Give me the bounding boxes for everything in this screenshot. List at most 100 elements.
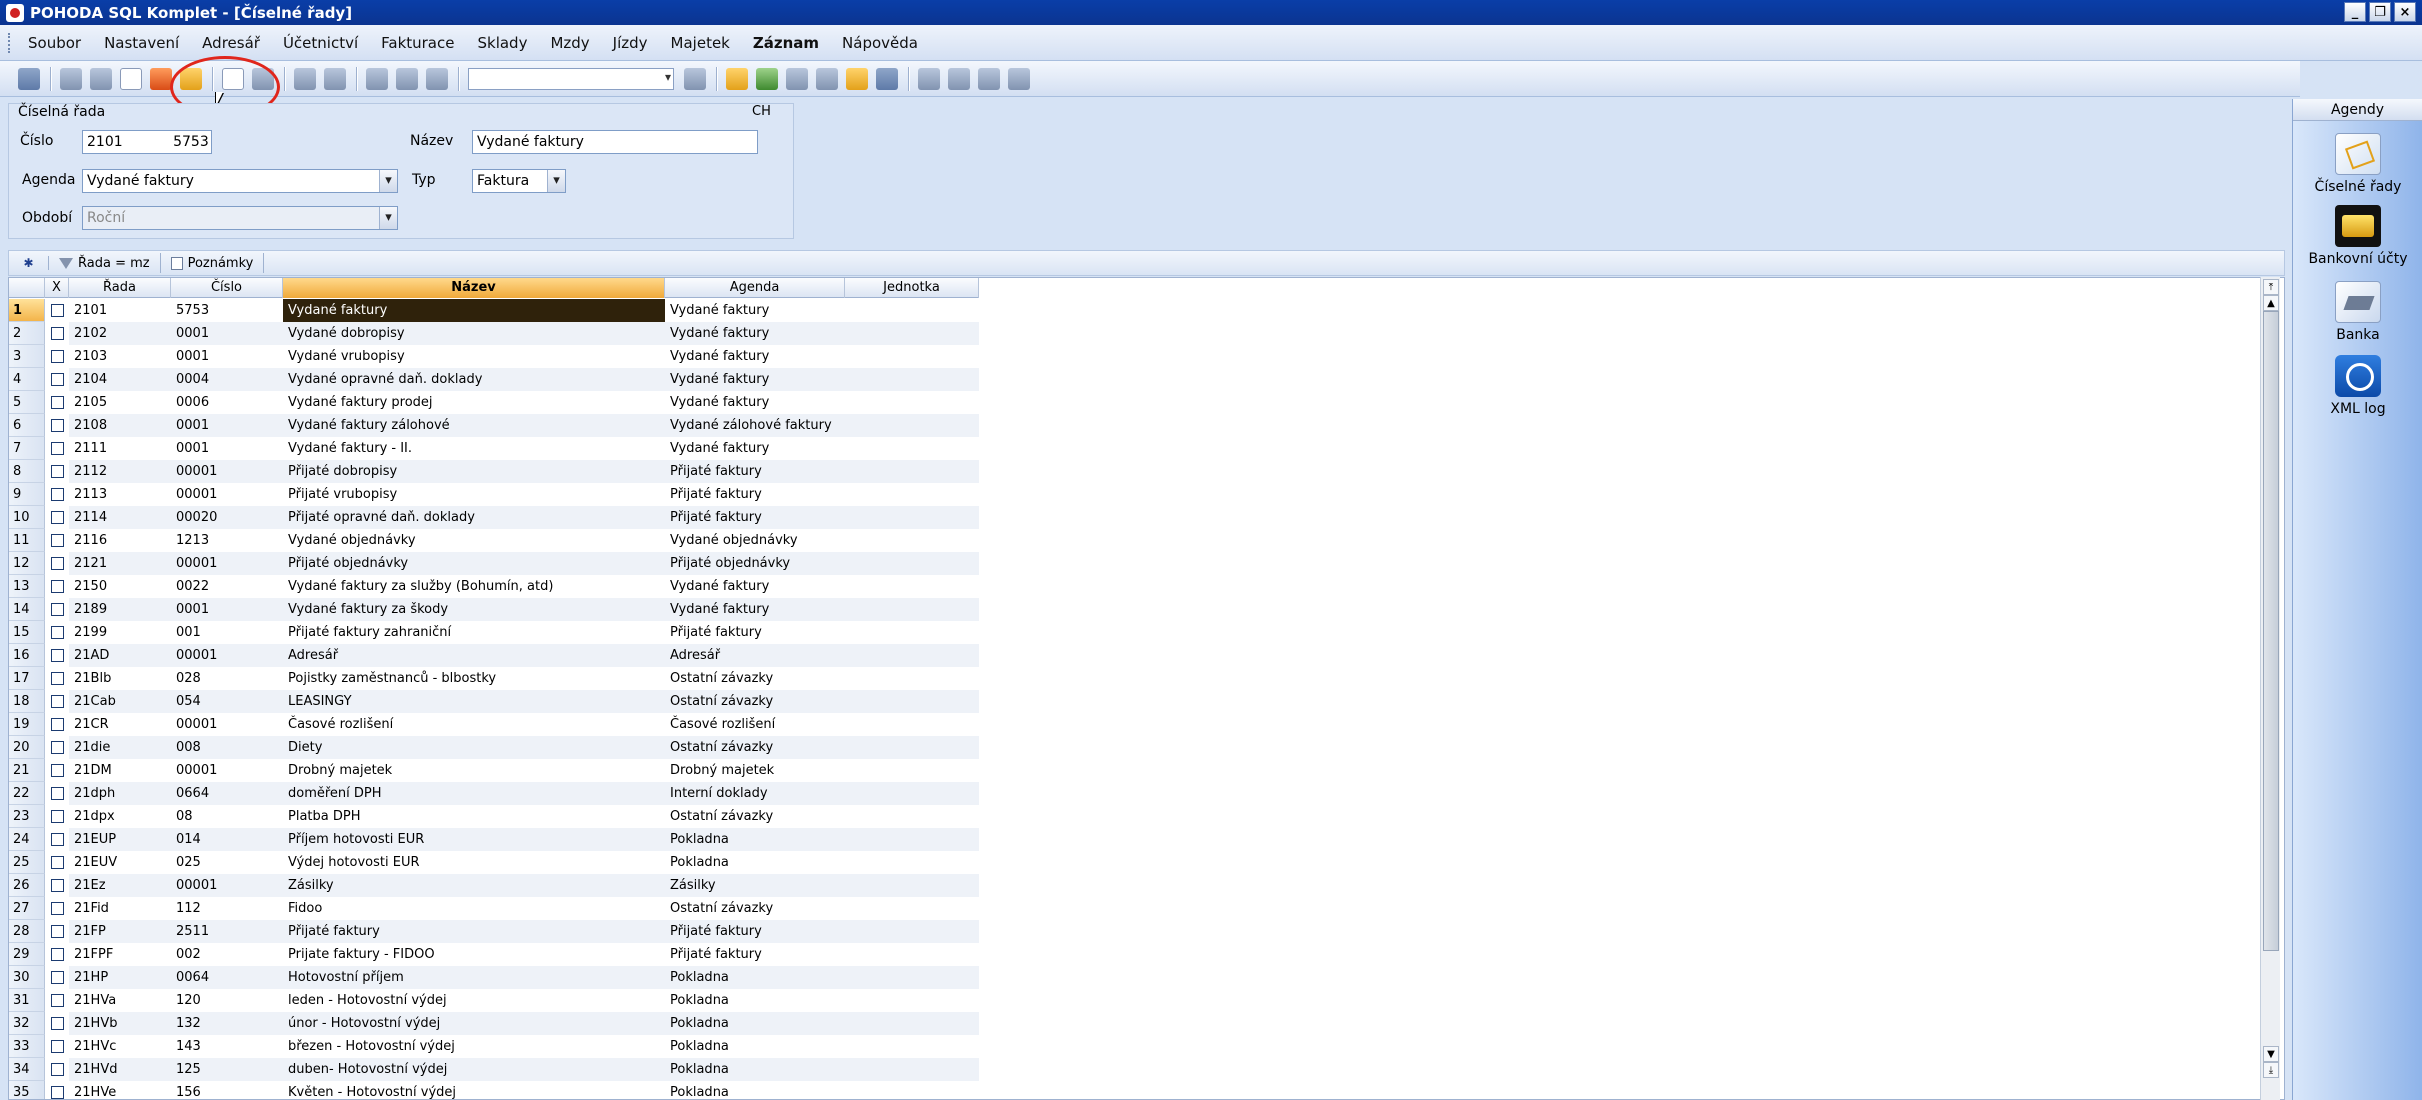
print-preview-icon[interactable]: [120, 67, 142, 90]
filter-clear-icon[interactable]: [684, 67, 706, 90]
restore-button[interactable]: ❐: [2369, 2, 2391, 22]
close-button[interactable]: ×: [2394, 2, 2416, 22]
table-row[interactable]: 5 2105 0006 Vydané faktury prodej Vydané fak…: [9, 391, 979, 414]
row-checkbox[interactable]: [45, 460, 69, 483]
col-rada[interactable]: Řada: [69, 278, 171, 298]
table-row[interactable]: 15 2199 001 Přijaté faktury zahraniční Přija…: [9, 621, 979, 644]
checkbox-icon[interactable]: [51, 488, 64, 501]
row-checkbox[interactable]: [45, 943, 69, 966]
checkbox-icon[interactable]: [51, 603, 64, 616]
nazev-input[interactable]: Vydané faktury: [472, 130, 758, 154]
scroll-top-icon[interactable]: ⤒: [2263, 279, 2279, 295]
menu-fakturace[interactable]: Fakturace: [381, 34, 454, 52]
checkbox-icon[interactable]: [51, 810, 64, 823]
row-checkbox[interactable]: [45, 759, 69, 782]
checkbox-icon[interactable]: [51, 327, 64, 340]
row-checkbox[interactable]: [45, 575, 69, 598]
checkbox-icon[interactable]: [51, 304, 64, 317]
tag-icon[interactable]: [756, 67, 778, 90]
window-icon[interactable]: [948, 67, 970, 90]
checkbox-icon[interactable]: [51, 534, 64, 547]
row-checkbox[interactable]: [45, 391, 69, 414]
checkbox-icon[interactable]: [51, 672, 64, 685]
table-row[interactable]: 23 21dpx 08 Platba DPH Ostatní závazky: [9, 805, 979, 828]
checkbox-icon[interactable]: [51, 626, 64, 639]
agenda-item-banka[interactable]: Banka: [2293, 281, 2422, 343]
checkbox-icon[interactable]: [51, 948, 64, 961]
agenda-item-xml-log[interactable]: XML log: [2293, 355, 2422, 417]
table-row[interactable]: 12 2121 00001 Přijaté objednávky Přijaté obj…: [9, 552, 979, 575]
table-row[interactable]: 8 2112 00001 Přijaté dobropisy Přijaté faktu…: [9, 460, 979, 483]
folder-icon[interactable]: [726, 67, 748, 90]
help-icon[interactable]: [1008, 67, 1030, 90]
cislo-input[interactable]: 2101 5753: [82, 130, 212, 154]
print-icon[interactable]: [90, 67, 112, 90]
scroll-thumb[interactable]: [2263, 311, 2279, 951]
row-checkbox[interactable]: [45, 1012, 69, 1035]
checkbox-icon[interactable]: [51, 833, 64, 846]
row-checkbox[interactable]: [45, 483, 69, 506]
row-checkbox[interactable]: [45, 851, 69, 874]
menu-soubor[interactable]: Soubor: [28, 34, 81, 52]
table-row[interactable]: 11 2116 1213 Vydané objednávky Vydané objedn…: [9, 529, 979, 552]
checkbox-icon[interactable]: [51, 718, 64, 731]
table-row[interactable]: 10 2114 00020 Přijaté opravné daň. doklady P…: [9, 506, 979, 529]
row-checkbox[interactable]: [45, 414, 69, 437]
star-icon[interactable]: ✱: [9, 256, 49, 270]
checkbox-icon[interactable]: [51, 649, 64, 662]
checkbox-icon[interactable]: [51, 465, 64, 478]
table-row[interactable]: 4 2104 0004 Vydané opravné daň. doklady Vyda…: [9, 368, 979, 391]
row-checkbox[interactable]: [45, 897, 69, 920]
table-row[interactable]: 16 21AD 00001 Adresář Adresář: [9, 644, 979, 667]
settings-icon[interactable]: [60, 67, 82, 90]
menu-majetek[interactable]: Majetek: [671, 34, 730, 52]
scroll-down-icon[interactable]: ▼: [2263, 1046, 2279, 1062]
checkbox-icon[interactable]: [51, 350, 64, 363]
menu-ucetnictvi[interactable]: Účetnictví: [283, 34, 358, 52]
save-icon[interactable]: [366, 67, 388, 90]
table-row[interactable]: 9 2113 00001 Přijaté vrubopisy Přijaté faktu…: [9, 483, 979, 506]
table-row[interactable]: 35 21HVe 156 Květen - Hotovostní výdej Pokla…: [9, 1081, 979, 1099]
typ-select[interactable]: Faktura: [472, 169, 566, 193]
col-nazev[interactable]: Název: [283, 278, 665, 298]
table-row[interactable]: 2 2102 0001 Vydané dobropisy Vydané faktury: [9, 322, 979, 345]
agenda-switch-icon[interactable]: [18, 67, 40, 90]
table-row[interactable]: 24 21EUP 014 Příjem hotovosti EUR Pokladna: [9, 828, 979, 851]
col-agenda[interactable]: Agenda: [665, 278, 845, 298]
table-row[interactable]: 30 21HP 0064 Hotovostní příjem Pokladna: [9, 966, 979, 989]
checkbox-icon[interactable]: [51, 1063, 64, 1076]
table-row[interactable]: 6 2108 0001 Vydané faktury zálohové Vydané z…: [9, 414, 979, 437]
message-icon[interactable]: [918, 67, 940, 90]
table-row[interactable]: 26 21Ez 00001 Zásilky Zásilky: [9, 874, 979, 897]
row-checkbox[interactable]: [45, 989, 69, 1012]
minimize-button[interactable]: _: [2344, 2, 2366, 22]
checkbox-icon[interactable]: [51, 1040, 64, 1053]
row-checkbox[interactable]: [45, 966, 69, 989]
table-row[interactable]: 7 2111 0001 Vydané faktury - II. Vydané fakt…: [9, 437, 979, 460]
table-row[interactable]: 14 2189 0001 Vydané faktury za škody Vydané …: [9, 598, 979, 621]
checkbox-icon[interactable]: [51, 557, 64, 570]
row-checkbox[interactable]: [45, 874, 69, 897]
row-checkbox[interactable]: [45, 644, 69, 667]
checkbox-icon[interactable]: [51, 442, 64, 455]
row-checkbox[interactable]: [45, 1035, 69, 1058]
table-row[interactable]: 1 2101 5753 Vydané faktury Vydané faktury: [9, 299, 979, 322]
row-checkbox[interactable]: [45, 506, 69, 529]
menu-jizdy[interactable]: Jízdy: [613, 34, 648, 52]
table-row[interactable]: 22 21dph 0664 doměření DPH Interní doklady: [9, 782, 979, 805]
row-checkbox[interactable]: [45, 1081, 69, 1099]
row-checkbox[interactable]: [45, 782, 69, 805]
copy-icon[interactable]: [426, 67, 448, 90]
row-checkbox[interactable]: [45, 529, 69, 552]
checkbox-icon[interactable]: [51, 695, 64, 708]
menu-nastaveni[interactable]: Nastavení: [104, 34, 179, 52]
table-row[interactable]: 25 21EUV 025 Výdej hotovosti EUR Pokladna: [9, 851, 979, 874]
checkbox-icon[interactable]: [51, 764, 64, 777]
checkbox-icon[interactable]: [51, 741, 64, 754]
scroll-up-icon[interactable]: ▲: [2263, 295, 2279, 311]
checkbox-icon[interactable]: [51, 1017, 64, 1030]
checkbox-icon[interactable]: [51, 373, 64, 386]
agenda-item-bankovni-ucty[interactable]: Bankovní účty: [2293, 205, 2422, 267]
scroll-bottom-icon[interactable]: ⤓: [2263, 1062, 2279, 1078]
pdf-icon[interactable]: [150, 67, 172, 90]
